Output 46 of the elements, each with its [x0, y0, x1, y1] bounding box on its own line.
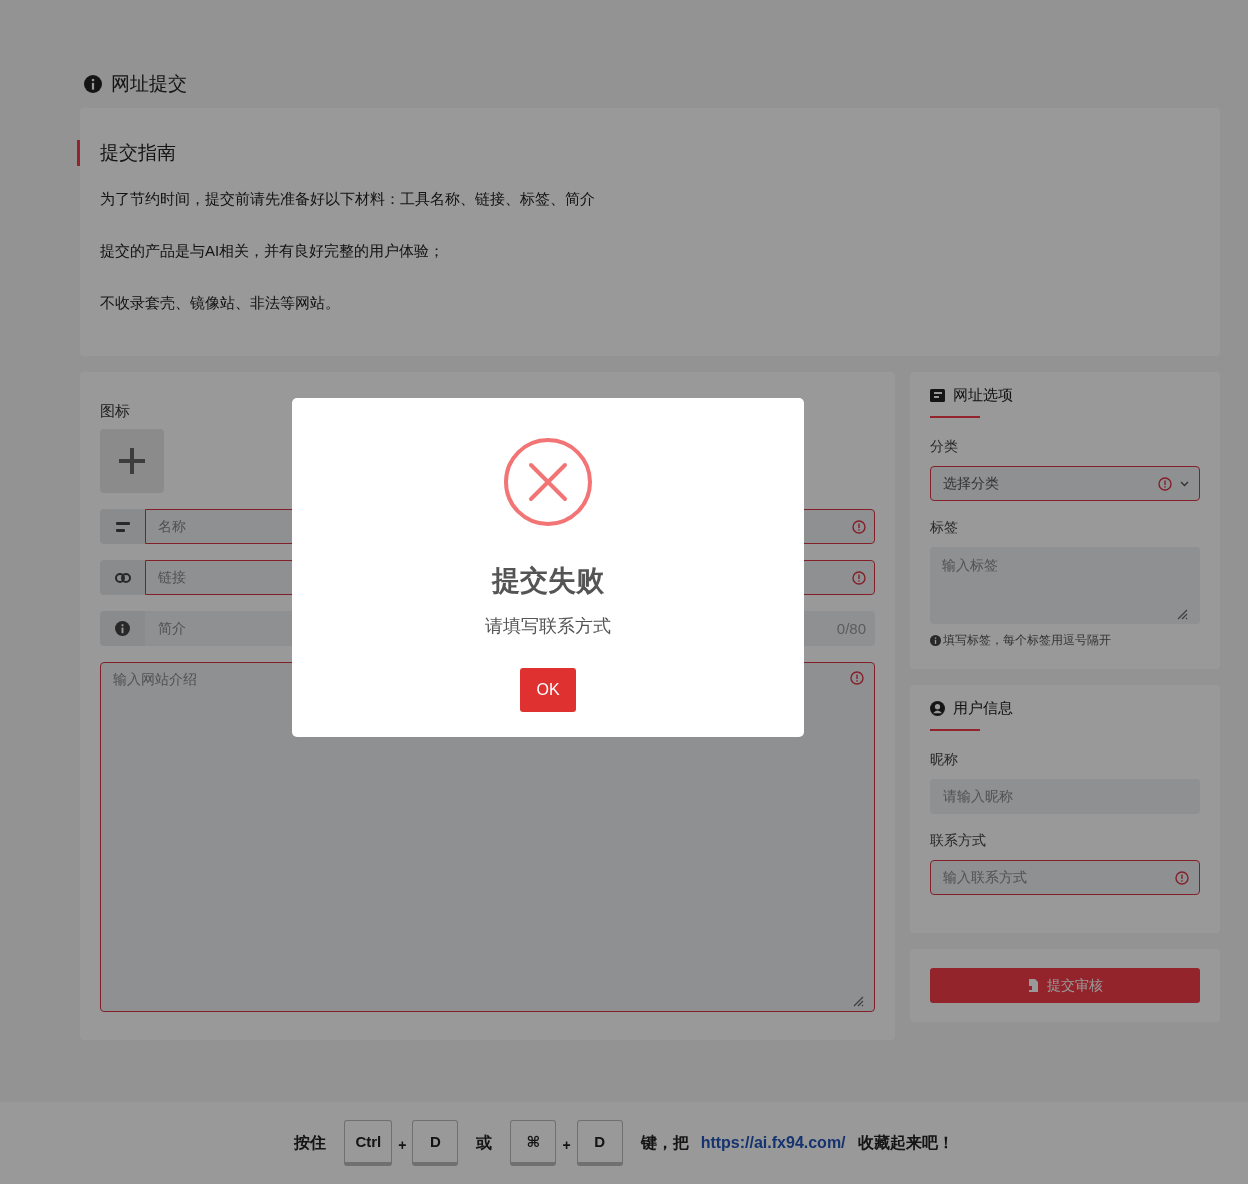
- keyboard-key: Ctrl: [344, 1120, 393, 1166]
- keyboard-key: D: [576, 1120, 623, 1166]
- hint-text: 填写标签，每个标签用逗号隔开: [943, 632, 1111, 649]
- input-field[interactable]: 请输入昵称: [930, 779, 1200, 814]
- newspaper-icon: [930, 388, 945, 402]
- tags-field[interactable]: 输入标签: [930, 547, 1200, 624]
- resize-grip-icon[interactable]: [1176, 608, 1188, 620]
- footer-text: 键，把: [640, 1132, 689, 1153]
- resize-grip-icon[interactable]: [852, 995, 864, 1007]
- keyboard-key: ⌘: [510, 1120, 557, 1166]
- dialog-message: 请填写联系方式: [485, 615, 611, 638]
- submit-button[interactable]: 提交审核: [930, 968, 1200, 1003]
- page-title: 网址提交: [111, 72, 187, 96]
- link-icon: [114, 572, 131, 583]
- user-icon: [930, 700, 945, 716]
- footer-text: 或: [476, 1132, 493, 1153]
- document-icon: [1027, 979, 1039, 992]
- chevron-down-icon: [1180, 480, 1189, 487]
- plus-sign: +: [562, 1137, 571, 1153]
- info-icon: [115, 621, 130, 636]
- info-icon: [930, 635, 941, 646]
- plus-sign: +: [398, 1137, 407, 1153]
- error-icon: [504, 438, 592, 526]
- guide-title: 提交指南: [77, 140, 1200, 166]
- field-label: 分类: [930, 438, 959, 456]
- info-icon: [84, 75, 102, 93]
- field-label: 联系方式: [930, 832, 987, 850]
- category-select[interactable]: 选择分类: [930, 466, 1200, 501]
- plus-icon: [119, 448, 145, 474]
- site-link[interactable]: https://ai.fx94.com/: [700, 1134, 846, 1152]
- section-title: 网址选项: [953, 385, 1013, 405]
- text-lines-icon: [115, 521, 130, 532]
- footer-text: 收藏起来吧！: [857, 1132, 954, 1153]
- field-label: 标签: [930, 519, 959, 537]
- field-label: 昵称: [930, 751, 959, 769]
- dialog-title: 提交失败: [492, 564, 604, 598]
- section-title: 用户信息: [953, 698, 1013, 718]
- guide-text: 不收录套壳、镜像站、非法等网站。: [100, 293, 341, 313]
- upload-button[interactable]: [100, 429, 164, 493]
- ok-button[interactable]: OK: [520, 668, 576, 712]
- guide-text: 提交的产品是与AI相关，并有良好完整的用户体验；: [100, 241, 446, 261]
- keyboard-key: D: [412, 1120, 459, 1166]
- guide-text: 为了节约时间，提交前请先准备好以下材料：工具名称、链接、标签、简介: [100, 189, 596, 209]
- footer-text: 按住: [294, 1132, 327, 1153]
- input-field[interactable]: 输入联系方式: [930, 860, 1200, 895]
- field-label: 图标: [100, 402, 131, 421]
